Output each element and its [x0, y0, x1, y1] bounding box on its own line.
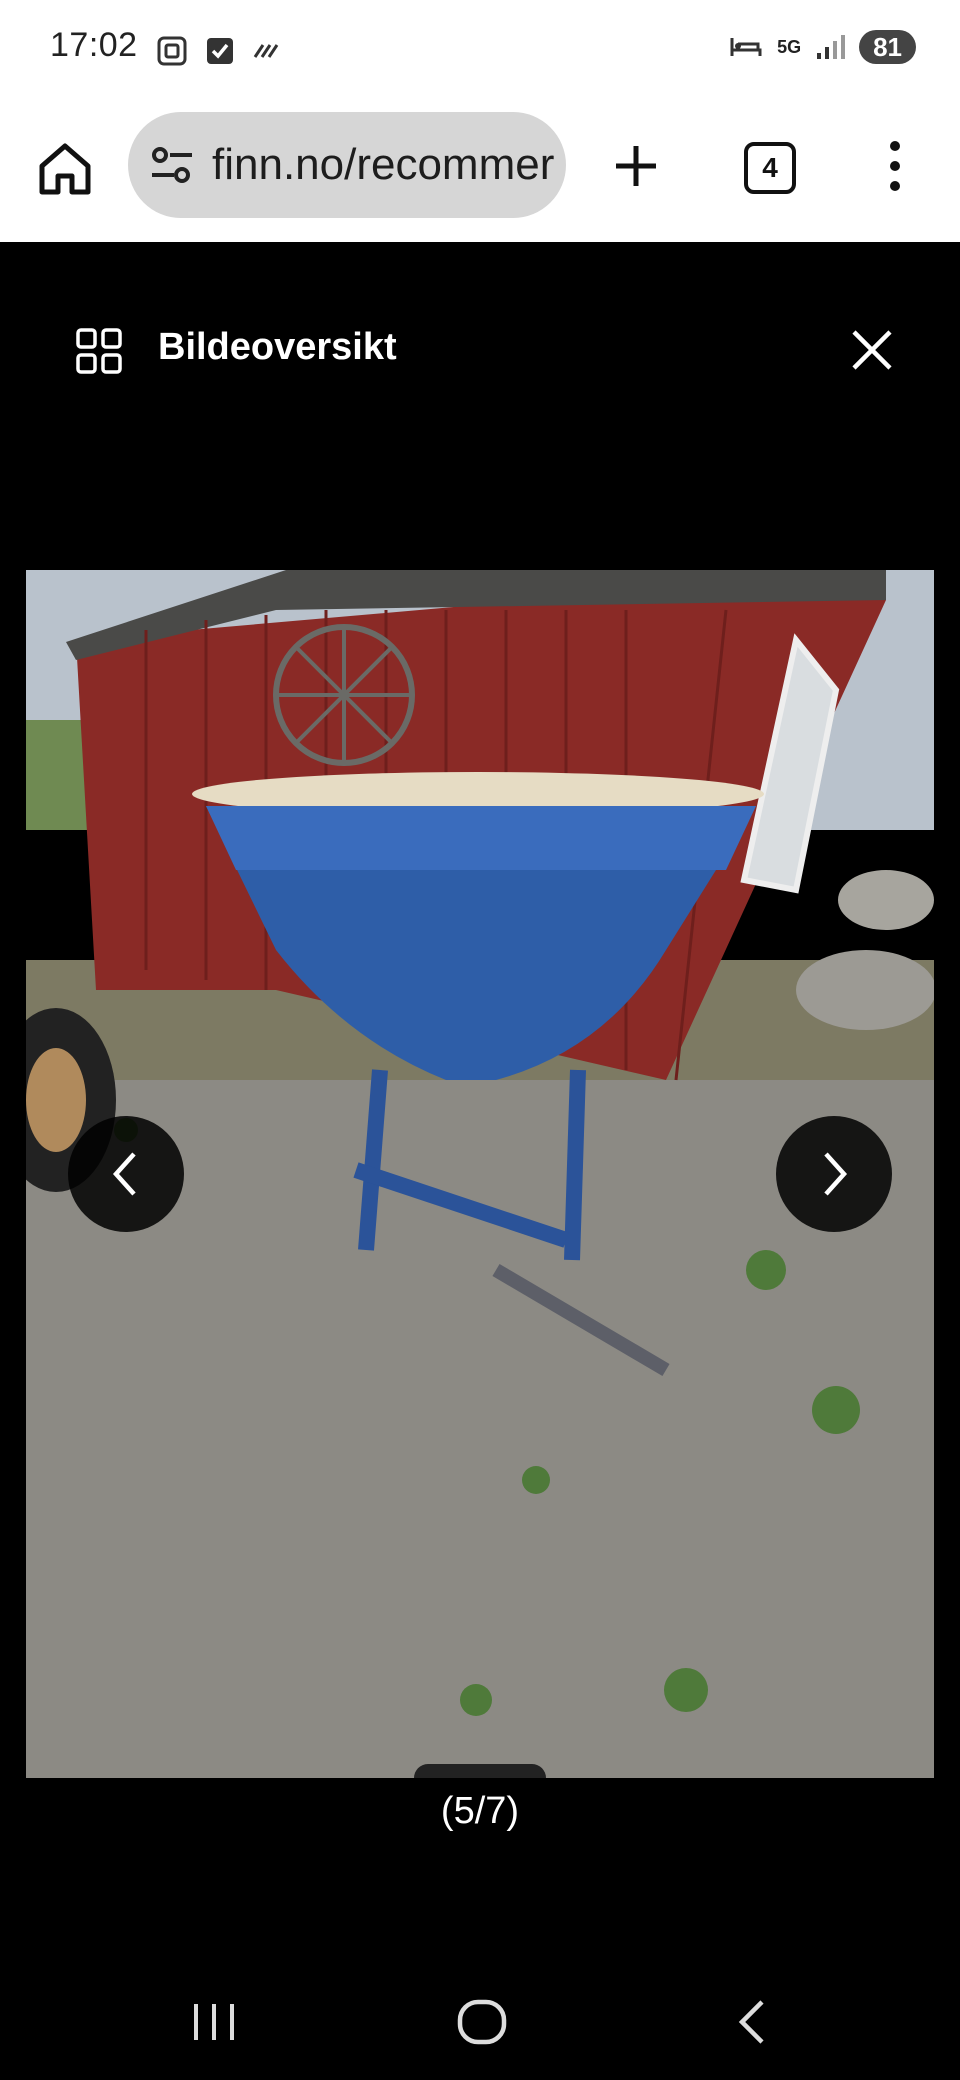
- tune-icon[interactable]: [148, 141, 196, 189]
- more-vert-icon[interactable]: [880, 136, 910, 196]
- status-bar: 17:02 5G 81: [0, 0, 960, 100]
- image-viewer-header: Bildeoversikt: [0, 290, 960, 410]
- home-icon[interactable]: [34, 138, 96, 200]
- home-nav-icon[interactable]: [452, 1992, 512, 2052]
- battery-level: 81: [859, 30, 916, 64]
- signal-icon: [817, 35, 846, 59]
- chevron-right-icon: [824, 1152, 848, 1196]
- hashtag-icon: [253, 44, 279, 58]
- checkbox-icon: [207, 38, 233, 64]
- address-bar[interactable]: finn.no/recommer: [128, 112, 566, 218]
- browser-toolbar: finn.no/recommer 4: [0, 100, 960, 242]
- previous-image-button[interactable]: [68, 1116, 184, 1232]
- notification-icons: [155, 34, 283, 68]
- back-nav-icon[interactable]: [722, 1992, 782, 2052]
- plus-icon[interactable]: [606, 136, 666, 196]
- chevron-left-icon: [112, 1152, 136, 1196]
- recent-apps-icon[interactable]: [184, 1992, 244, 2052]
- system-navigation-bar: [0, 1960, 960, 2080]
- image-overview-title[interactable]: Bildeoversikt: [158, 326, 397, 369]
- close-icon[interactable]: [848, 326, 896, 374]
- tab-switcher-button[interactable]: 4: [744, 142, 796, 194]
- network-type: 5G: [777, 37, 802, 57]
- next-image-button[interactable]: [776, 1116, 892, 1232]
- screenshot-icon: [157, 36, 187, 66]
- status-indicators: 5G 81: [729, 30, 916, 64]
- bed-icon: [730, 38, 762, 56]
- tab-count: 4: [762, 152, 778, 183]
- status-time: 17:02: [50, 26, 138, 64]
- thumbnail-handle[interactable]: [414, 1764, 546, 1778]
- image-counter: (5/7): [440, 1790, 520, 1832]
- url-text: finn.no/recommer: [212, 140, 555, 189]
- grid-icon[interactable]: [76, 328, 122, 374]
